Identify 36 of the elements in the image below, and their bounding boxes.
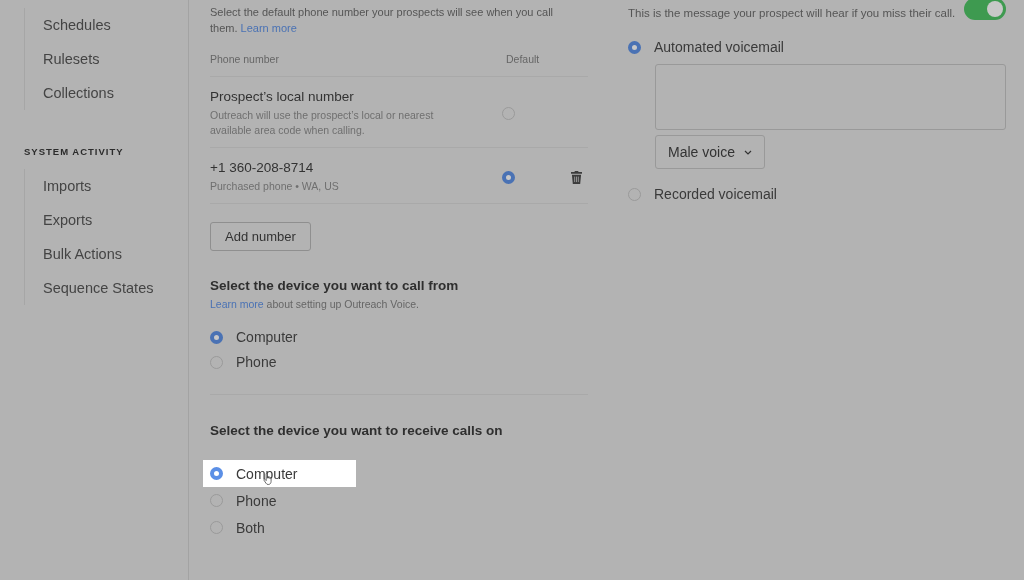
radio-button[interactable] bbox=[210, 330, 223, 344]
help-text: Learn more about setting up Outreach Voice. bbox=[210, 298, 420, 310]
radio-option[interactable]: Automated voicemail bbox=[628, 39, 1006, 55]
radio-label[interactable]: Both bbox=[236, 519, 265, 536]
column-header: Phone number bbox=[210, 53, 280, 65]
toggle-switch[interactable] bbox=[964, 0, 1006, 20]
radio-label[interactable]: Phone bbox=[236, 492, 277, 509]
phone-description: Outreach will use the prospect’s local or nearest available area code when calling. bbox=[210, 108, 435, 138]
section-title: Select the device you want to receive calls on bbox=[210, 423, 504, 438]
section-title: Select the device you want to call from bbox=[210, 278, 460, 293]
radio-button[interactable] bbox=[502, 170, 515, 184]
add-number-button[interactable]: Add number bbox=[210, 222, 311, 251]
sidebar-item[interactable]: Bulk Actions bbox=[43, 237, 188, 271]
radio-button[interactable] bbox=[210, 467, 223, 480]
sidebar-item[interactable]: Schedules bbox=[43, 8, 188, 42]
sidebar-item[interactable]: Collections bbox=[43, 76, 188, 110]
voicemail-description: This is the message your prospect will hear if you miss their call. bbox=[628, 6, 957, 21]
sidebar-item[interactable]: Imports bbox=[43, 169, 188, 203]
message-text-area[interactable] bbox=[655, 64, 1006, 130]
trash-icon[interactable] bbox=[571, 170, 582, 184]
phone-description: Purchased phone • WA, US bbox=[210, 179, 340, 194]
phone-title: Prospect’s local number bbox=[210, 89, 355, 104]
radio-label[interactable]: Computer bbox=[236, 465, 298, 482]
sidebar-item[interactable]: Sequence States bbox=[43, 271, 188, 305]
intro-text: Select the default phone number your prospects will see when you call them. Learn more bbox=[210, 5, 555, 36]
radio-option[interactable]: Phone bbox=[210, 354, 588, 370]
section-heading: SYSTEM ACTIVITY bbox=[24, 146, 125, 157]
radio-option[interactable]: Recorded voicemail bbox=[628, 186, 1006, 202]
sidebar-item[interactable]: Rulesets bbox=[43, 42, 188, 76]
phone-title: +1 360-208-8714 bbox=[210, 160, 315, 175]
voice-dropdown[interactable]: Male voice bbox=[655, 135, 765, 169]
radio-option[interactable]: Computer bbox=[210, 329, 588, 345]
radio-button[interactable] bbox=[628, 40, 641, 54]
sidebar-item[interactable]: Exports bbox=[43, 203, 188, 237]
column-header: Default bbox=[506, 53, 541, 65]
caret-icon bbox=[743, 149, 752, 155]
